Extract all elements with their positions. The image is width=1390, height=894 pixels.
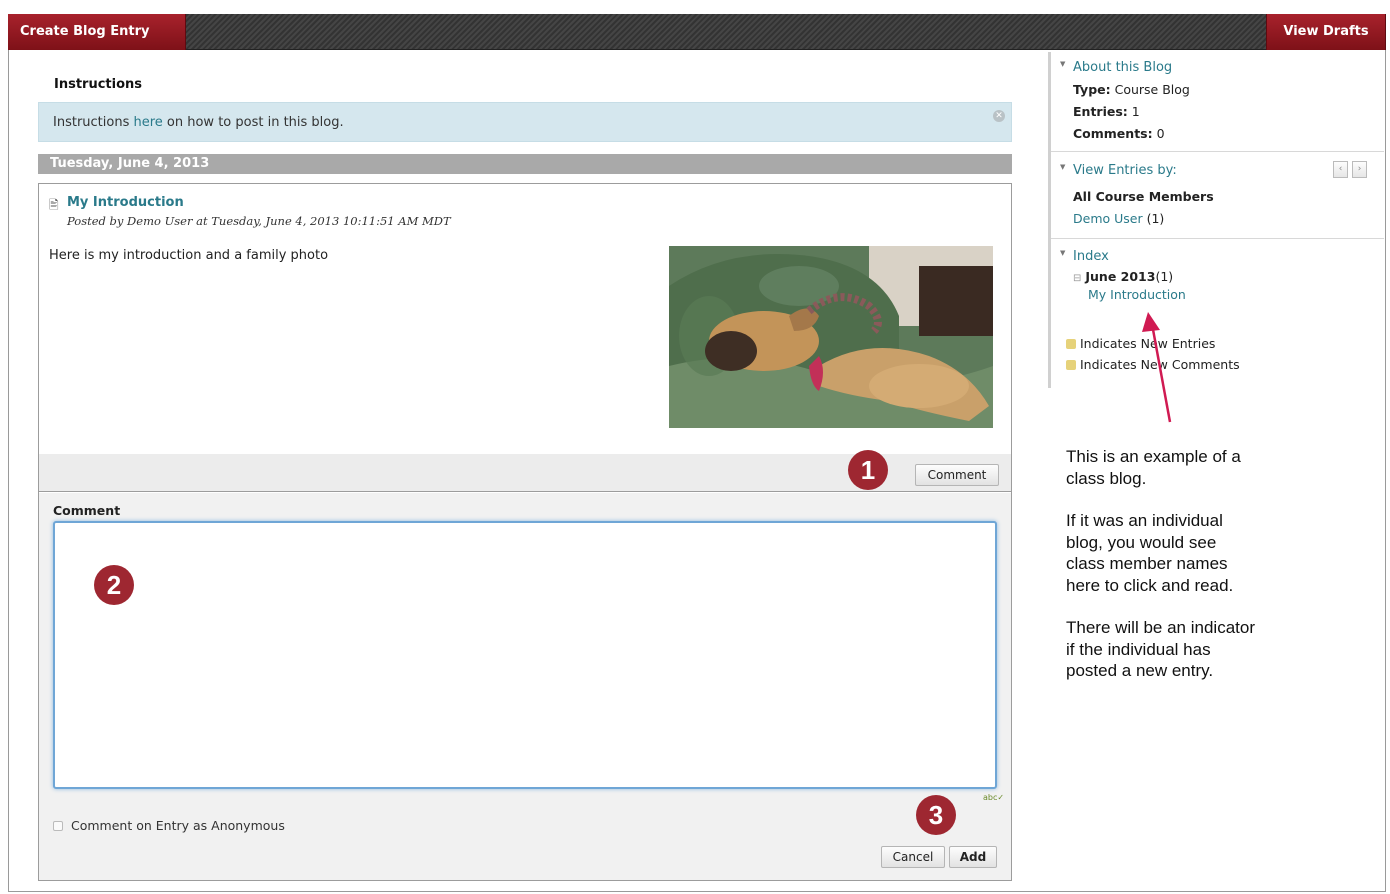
member-item[interactable]: Demo User (1): [1073, 211, 1164, 226]
collapse-triangle-icon[interactable]: ▼: [1060, 249, 1065, 257]
collapse-triangle-icon[interactable]: ▼: [1060, 163, 1065, 171]
index-section: ▼ Index ⊟ June 2013(1) My Introduction I…: [1051, 240, 1384, 388]
step-marker-2: 2: [94, 565, 134, 605]
anonymous-label: Comment on Entry as Anonymous: [71, 818, 285, 833]
anonymous-checkbox[interactable]: [53, 821, 63, 831]
member-count: (1): [1146, 211, 1165, 226]
family-photo: [669, 246, 993, 428]
entry-title-link[interactable]: My Introduction: [67, 195, 184, 210]
comments-label: Comments:: [1073, 126, 1153, 141]
index-heading[interactable]: Index: [1073, 249, 1109, 264]
step-marker-3: 3: [916, 795, 956, 835]
all-members-item: All Course Members: [1073, 189, 1214, 204]
instructions-text-before: Instructions: [53, 115, 134, 130]
entry-meta: Posted by Demo User at Tuesday, June 4, …: [67, 214, 451, 228]
about-section: ▼ About this Blog Type: Course Blog Entr…: [1051, 52, 1384, 152]
collapse-triangle-icon[interactable]: ▼: [1060, 60, 1065, 68]
instructions-heading: Instructions: [54, 77, 143, 92]
view-entries-heading[interactable]: View Entries by:: [1073, 163, 1177, 178]
cancel-button[interactable]: Cancel: [881, 846, 945, 868]
comments-count: Comments: 0: [1073, 126, 1165, 141]
entries-value: 1: [1131, 104, 1140, 119]
expand-box-icon[interactable]: ⊟: [1073, 273, 1081, 284]
blog-entry: 🖹 My Introduction Posted by Demo User at…: [38, 183, 1012, 881]
view-drafts-button[interactable]: View Drafts: [1266, 14, 1386, 50]
member-link[interactable]: Demo User: [1073, 211, 1143, 226]
index-month[interactable]: ⊟ June 2013(1): [1073, 269, 1173, 284]
new-entry-indicator-icon: [1066, 339, 1076, 349]
comment-form: Comment abc✓ Comment on Entry as Anonymo…: [39, 493, 1011, 880]
comments-value: 0: [1156, 126, 1165, 141]
blog-sidebar: ▼ About this Blog Type: Course Blog Entr…: [1048, 52, 1384, 388]
spellcheck-icon[interactable]: abc✓: [983, 793, 1004, 802]
entries-count: Entries: 1: [1073, 104, 1140, 119]
comment-button[interactable]: Comment: [915, 464, 999, 486]
comment-label: Comment: [53, 503, 121, 518]
blog-type: Type: Course Blog: [1073, 82, 1190, 97]
about-heading[interactable]: About this Blog: [1073, 60, 1172, 75]
action-bar: Create Blog Entry View Drafts: [8, 14, 1386, 50]
date-header: Tuesday, June 4, 2013: [38, 154, 1012, 174]
annotation-paragraph-1: This is an example of a class blog.: [1066, 447, 1241, 488]
all-members-label: All Course Members: [1073, 189, 1214, 204]
view-entries-section: ▼ View Entries by: ‹ › All Course Member…: [1051, 153, 1384, 239]
comment-textarea[interactable]: [53, 521, 997, 789]
month-label: June 2013: [1085, 269, 1156, 284]
month-count: (1): [1155, 269, 1174, 284]
annotation-arrow: [1142, 312, 1172, 423]
close-icon[interactable]: ✕: [993, 110, 1005, 122]
type-value: Course Blog: [1114, 82, 1190, 97]
dog-photo-image: [669, 246, 993, 428]
add-button[interactable]: Add: [949, 846, 997, 868]
annotation-paragraph-3: There will be an indicator if the indivi…: [1066, 618, 1255, 680]
type-label: Type:: [1073, 82, 1111, 97]
entries-label: Entries:: [1073, 104, 1128, 119]
annotation-text: This is an example of a class blog. If i…: [1066, 446, 1356, 703]
entry-document-icon: 🖹: [49, 198, 59, 212]
create-blog-entry-button[interactable]: Create Blog Entry: [8, 14, 186, 50]
index-entry[interactable]: My Introduction: [1088, 287, 1186, 302]
anonymous-option[interactable]: Comment on Entry as Anonymous: [53, 818, 285, 833]
new-comment-indicator-icon: [1066, 360, 1076, 370]
index-entry-link[interactable]: My Introduction: [1088, 287, 1186, 302]
instructions-text-after: on how to post in this blog.: [162, 115, 344, 130]
annotation-paragraph-2: If it was an individual blog, you would …: [1066, 511, 1234, 595]
chevron-left-icon[interactable]: ‹: [1333, 161, 1348, 178]
chevron-right-icon[interactable]: ›: [1352, 161, 1367, 178]
instructions-box: Instructions here on how to post in this…: [38, 102, 1012, 142]
entry-body-text: Here is my introduction and a family pho…: [49, 248, 329, 263]
instructions-here-link[interactable]: here: [133, 115, 162, 130]
step-marker-1: 1: [848, 450, 888, 490]
